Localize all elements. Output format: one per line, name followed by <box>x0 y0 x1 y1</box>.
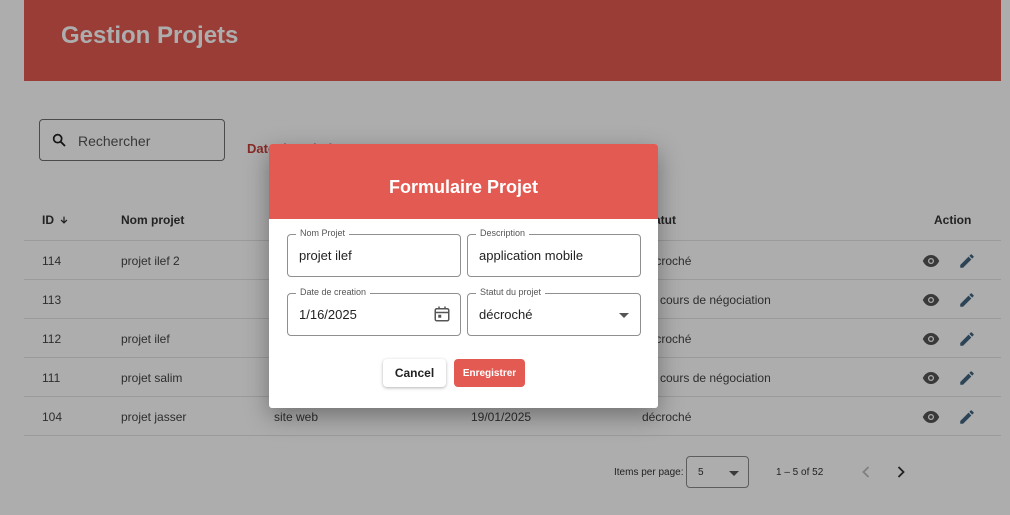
chevron-down-icon <box>619 313 629 318</box>
project-name-label: Nom Projet <box>296 228 350 238</box>
project-status-select[interactable]: Statut du projet décroché <box>467 287 641 336</box>
project-status-value: décroché <box>479 307 533 322</box>
creation-date-label: Date de creation <box>296 287 371 297</box>
project-form-dialog: Formulaire Projet Nom Projet projet ilef… <box>269 144 658 408</box>
dialog-title: Formulaire Projet <box>388 177 539 197</box>
project-name-field[interactable]: Nom Projet projet ilef <box>287 228 461 277</box>
cancel-button[interactable]: Cancel <box>383 359 446 387</box>
description-value: application mobile <box>479 248 584 263</box>
description-label: Description <box>476 228 530 238</box>
project-status-label: Statut du projet <box>476 287 546 297</box>
project-name-value: projet ilef <box>299 248 352 263</box>
dialog-header: Formulaire Projet <box>269 144 658 219</box>
creation-date-value: 1/16/2025 <box>299 307 357 322</box>
creation-date-field[interactable]: Date de creation 1/16/2025 <box>287 287 461 336</box>
save-button[interactable]: Enregistrer <box>454 359 525 387</box>
description-field[interactable]: Description application mobile <box>467 228 641 277</box>
calendar-icon[interactable] <box>433 305 451 323</box>
